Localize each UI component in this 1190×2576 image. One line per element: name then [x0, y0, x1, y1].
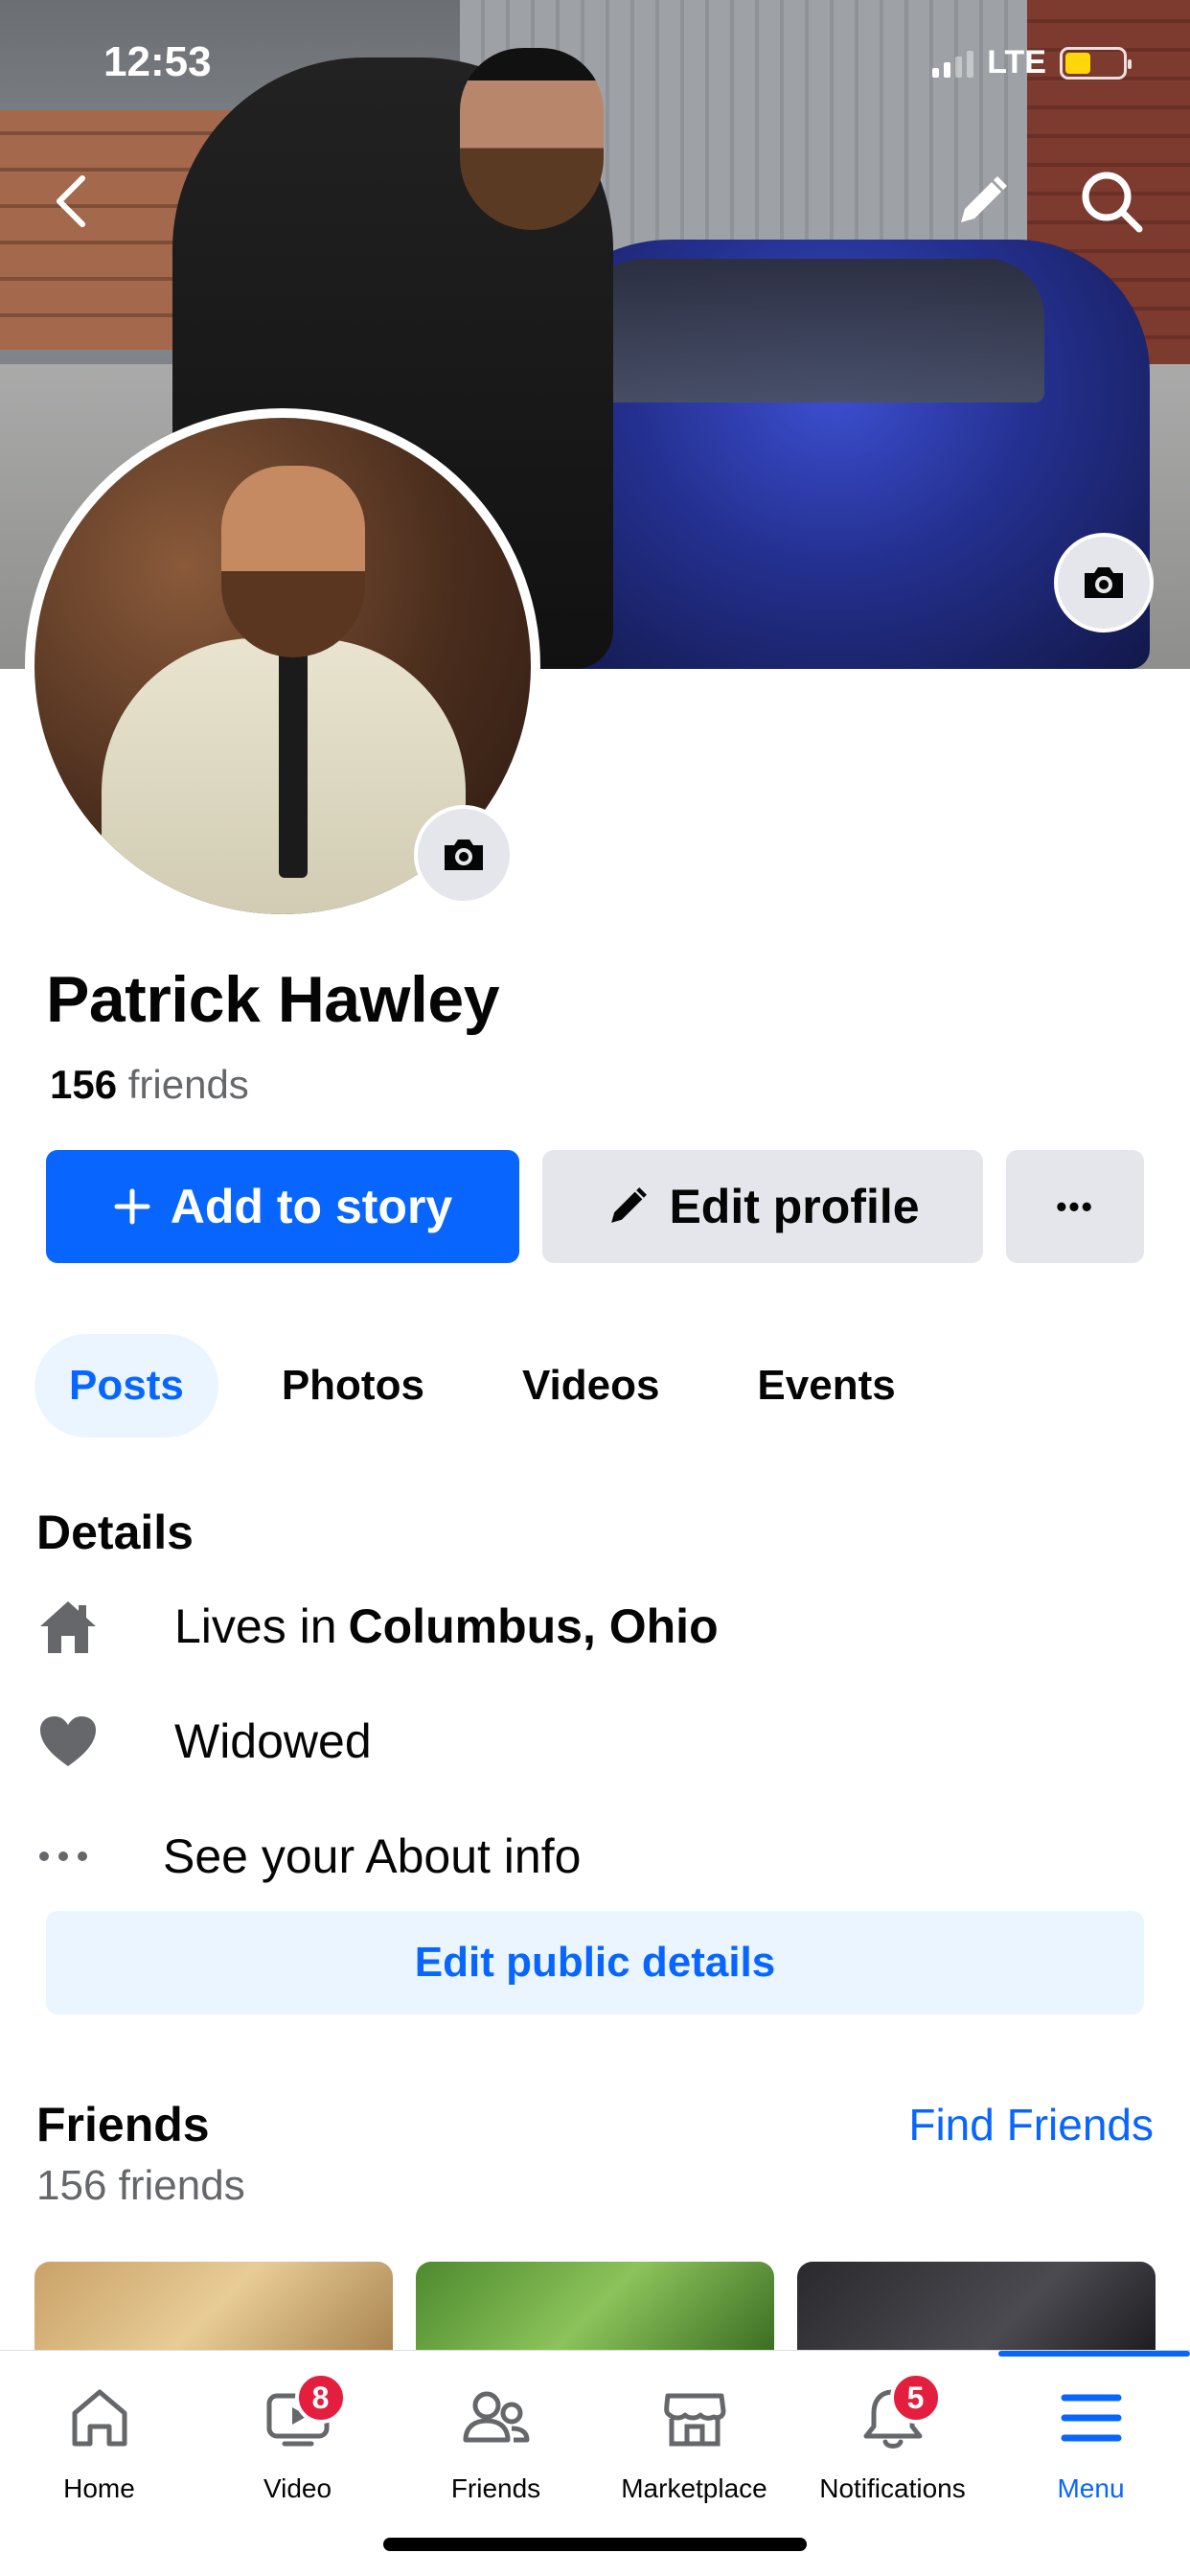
lives-in-city[interactable]: Columbus, Ohio [349, 1598, 719, 1654]
details-title: Details [36, 1506, 194, 1559]
detail-see-about[interactable]: See your About info [36, 1823, 581, 1890]
edit-profile-label: Edit profile [669, 1180, 920, 1233]
video-badge: 8 [294, 2372, 347, 2424]
camera-icon [445, 840, 483, 870]
friend-card[interactable] [416, 2262, 774, 2358]
nav-home-label: Home [63, 2473, 135, 2503]
friends-icon [453, 2380, 539, 2456]
nav-notifications[interactable]: 5 Notifications [793, 2351, 992, 2533]
battery-icon [1060, 46, 1132, 80]
edit-profile-button[interactable]: Edit profile [542, 1150, 983, 1263]
back-button[interactable] [42, 168, 100, 235]
edit-public-details-button[interactable]: Edit public details [46, 1911, 1144, 2014]
friends-title: Friends [36, 2098, 210, 2151]
bell-icon: 5 [850, 2372, 942, 2456]
friends-count-label: friends [127, 1062, 249, 1107]
notifications-badge: 5 [889, 2372, 942, 2424]
avatar-face [221, 466, 365, 657]
see-about-label: See your About info [163, 1829, 582, 1883]
marketplace-icon [652, 2380, 738, 2456]
cover-person-head [460, 48, 604, 230]
status-indicators: LTE [932, 44, 1132, 81]
friend-card[interactable] [34, 2262, 393, 2358]
relationship-status: Widowed [174, 1714, 372, 1768]
profile-name: Patrick Hawley [46, 963, 500, 1036]
signal-icon [932, 49, 974, 78]
profile-camera-button[interactable] [414, 805, 514, 905]
add-to-story-button[interactable]: Add to story [46, 1150, 519, 1263]
cover-car-window [584, 259, 1044, 402]
nav-video[interactable]: 8 Video [198, 2351, 397, 2533]
add-to-story-label: Add to story [170, 1180, 453, 1233]
nav-menu-label: Menu [1057, 2473, 1125, 2503]
nav-video-label: Video [263, 2473, 332, 2503]
nav-home[interactable]: Home [0, 2351, 198, 2533]
detail-lives-in: Lives in Columbus, Ohio [36, 1593, 719, 1660]
nav-marketplace-label: Marketplace [621, 2473, 767, 2503]
plus-icon [114, 1188, 150, 1225]
nav-friends-label: Friends [450, 2473, 541, 2503]
home-icon [36, 1593, 113, 1660]
camera-icon [1085, 567, 1123, 598]
avatar-tie [279, 648, 308, 878]
find-friends-link[interactable]: Find Friends [908, 2099, 1154, 2150]
nav-marketplace[interactable]: Marketplace [595, 2351, 793, 2533]
video-icon: 8 [255, 2372, 347, 2456]
nav-menu[interactable]: Menu [992, 2351, 1190, 2533]
friend-card[interactable] [797, 2262, 1156, 2358]
more-options-icon: ••• [1056, 1188, 1094, 1224]
nav-friends[interactable]: Friends [397, 2351, 595, 2533]
heart-icon [36, 1708, 113, 1775]
network-label: LTE [987, 44, 1046, 80]
friends-count[interactable]: 156 friends [50, 1062, 249, 1108]
nav-notifications-label: Notifications [819, 2473, 966, 2503]
friends-subtitle: 156 friends [36, 2162, 245, 2209]
tab-events[interactable]: Events [722, 1334, 929, 1438]
tab-videos[interactable]: Videos [488, 1334, 694, 1438]
tab-posts[interactable]: Posts [34, 1334, 218, 1438]
friends-count-number: 156 [50, 1062, 118, 1107]
cover-camera-button[interactable] [1054, 533, 1154, 632]
home-icon [57, 2380, 143, 2456]
more-dots-icon [36, 1823, 113, 1890]
home-indicator [383, 2538, 807, 2551]
edit-button[interactable] [949, 168, 1016, 235]
chevron-left-icon [57, 175, 85, 227]
search-icon [1082, 172, 1143, 233]
status-time: 12:53 [103, 38, 212, 85]
profile-tabs: Posts Photos Videos Events [34, 1334, 959, 1438]
pencil-icon [961, 176, 1007, 222]
tab-photos[interactable]: Photos [247, 1334, 459, 1438]
menu-icon [1048, 2380, 1134, 2456]
lives-in-prefix: Lives in [174, 1599, 337, 1653]
search-button[interactable] [1073, 168, 1150, 235]
detail-relationship: Widowed [36, 1708, 372, 1775]
pencil-icon [611, 1187, 648, 1223]
more-options-button[interactable]: ••• [1006, 1150, 1144, 1263]
